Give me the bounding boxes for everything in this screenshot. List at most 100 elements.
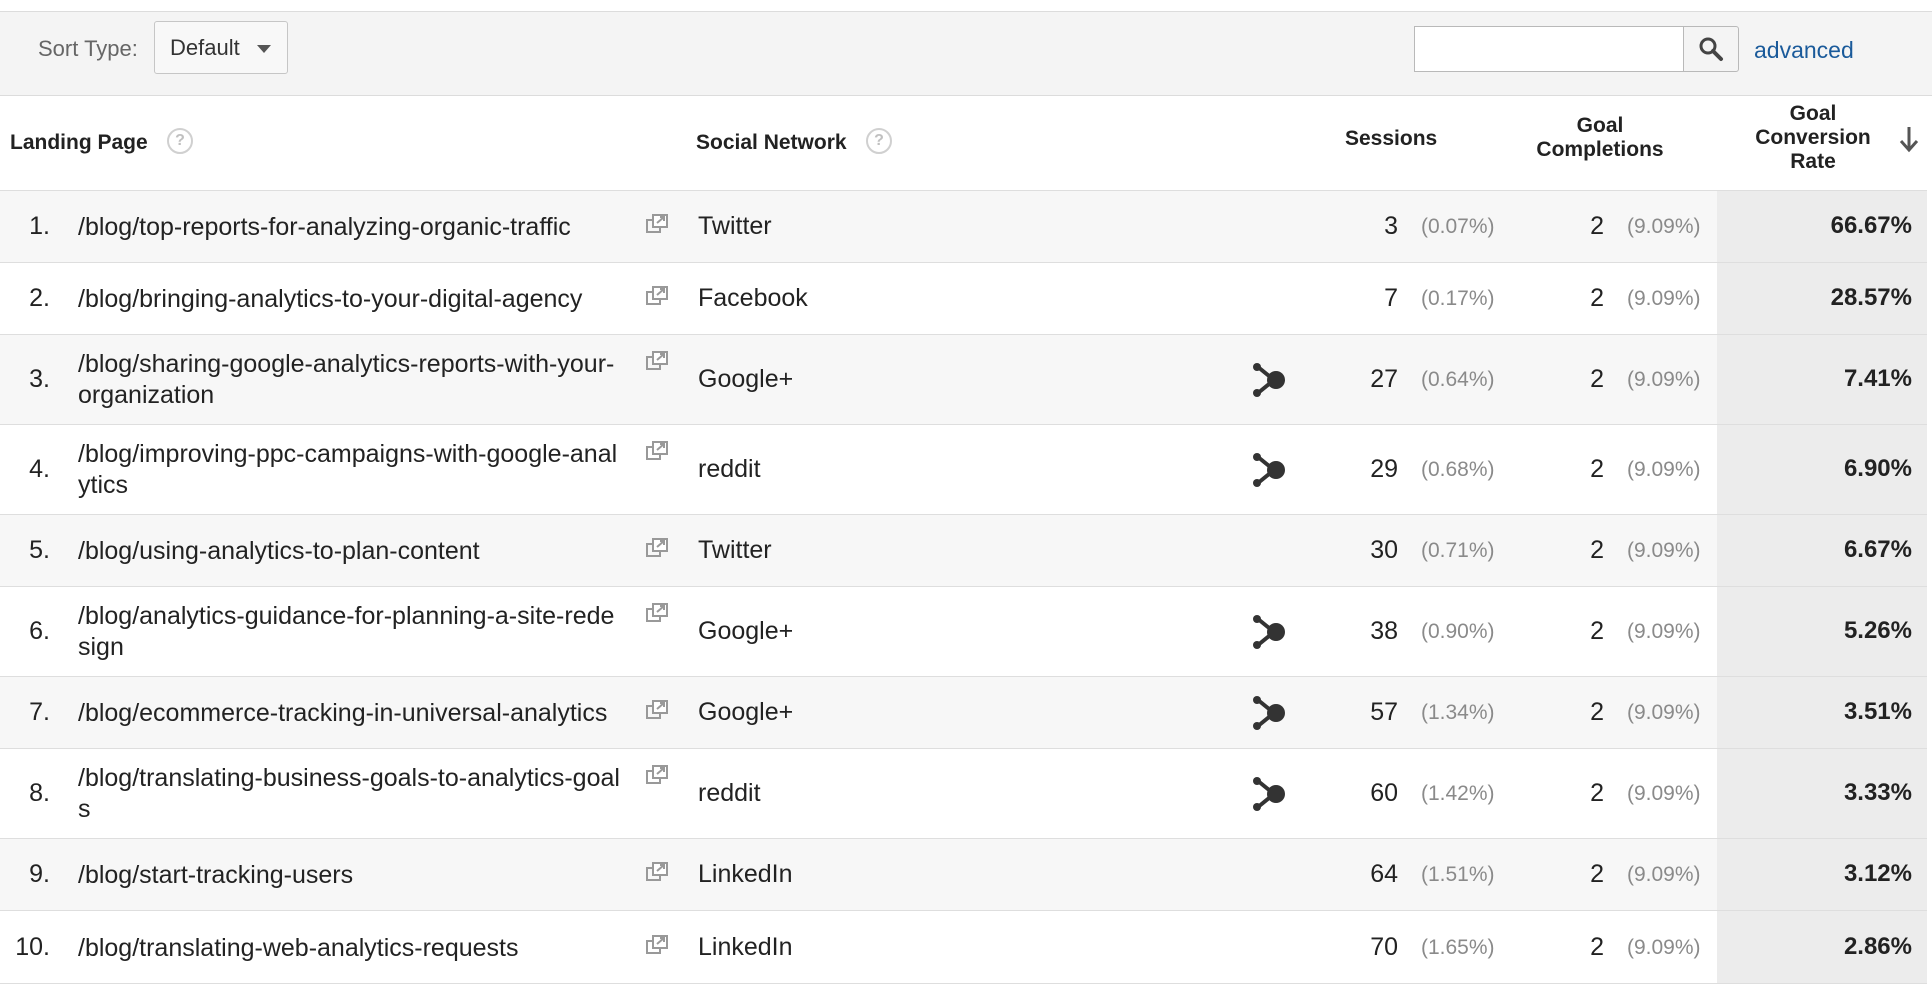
row-index: 5.	[29, 536, 50, 564]
goal-conversion-rate-value: 6.90%	[1843, 455, 1912, 482]
social-network[interactable]: Facebook	[698, 284, 808, 313]
help-icon[interactable]: ?	[866, 128, 892, 154]
landing-page-line: /blog/improving-ppc-campaigns-with-googl…	[78, 440, 618, 468]
landing-page-link[interactable]: /blog/start-tracking-users	[78, 860, 638, 891]
social-network[interactable]: Twitter	[698, 536, 772, 565]
landing-page-line: /blog/sharing-google-analytics-reports-w…	[78, 350, 615, 378]
sessions-value: 64	[1370, 860, 1398, 888]
external-link-icon[interactable]	[645, 602, 669, 629]
search-input[interactable]	[1414, 26, 1684, 72]
external-link-icon[interactable]	[645, 213, 669, 240]
landing-page-line: /blog/translating-business-goals-to-anal…	[78, 764, 620, 792]
sessions-value: 27	[1370, 365, 1398, 393]
goal-conversion-rate-value: 28.57%	[1830, 284, 1912, 311]
landing-page-line: /blog/translating-web-analytics-requests	[78, 934, 519, 962]
sessions-percent: (1.51%)	[1421, 863, 1495, 886]
external-link-icon[interactable]	[645, 440, 669, 467]
search-icon	[1699, 37, 1723, 61]
sessions-percent: (0.90%)	[1421, 620, 1495, 643]
external-link-icon[interactable]	[645, 350, 669, 377]
social-data-hub-icon[interactable]	[1250, 774, 1290, 819]
goal-completions-value: 2	[1590, 536, 1604, 564]
sort-descending-icon[interactable]	[1898, 124, 1920, 154]
goal-conversion-rate-value: 6.67%	[1843, 536, 1912, 563]
goal-conversion-rate-value: 3.33%	[1843, 779, 1912, 806]
landing-page-line: /blog/using-analytics-to-plan-content	[78, 537, 480, 565]
goal-conversion-rate-value: 3.51%	[1843, 698, 1912, 725]
table-right-edge	[1927, 96, 1932, 986]
landing-page-link[interactable]: /blog/top-reports-for-analyzing-organic-…	[78, 212, 638, 243]
landing-page-line: /blog/analytics-guidance-for-planning-a-…	[78, 602, 615, 630]
landing-page-link[interactable]: /blog/improving-ppc-campaigns-with-googl…	[78, 439, 638, 501]
table-row: 3. /blog/sharing-google-analytics-reports…	[0, 334, 1932, 424]
table-row: 5. /blog/using-analytics-to-plan-content T…	[0, 514, 1932, 586]
goal-conversion-rate-value: 2.86%	[1843, 933, 1912, 960]
table-row: 9. /blog/start-tracking-users LinkedIn 64 (1…	[0, 838, 1932, 910]
social-network[interactable]: LinkedIn	[698, 860, 793, 889]
column-header-goal-completions[interactable]: Goal Completions	[1520, 114, 1680, 162]
social-network[interactable]: reddit	[698, 779, 761, 808]
goal-completions-percent: (9.09%)	[1627, 863, 1701, 886]
sort-type-value: Default	[170, 35, 240, 60]
column-header-social-network[interactable]: Social Network	[696, 131, 847, 155]
landing-page-link[interactable]: /blog/analytics-guidance-for-planning-a-…	[78, 601, 638, 663]
row-index: 2.	[29, 284, 50, 312]
landing-page-line: s	[78, 795, 91, 823]
landing-page-link[interactable]: /blog/ecommerce-tracking-in-universal-an…	[78, 698, 638, 729]
goal-completions-percent: (9.09%)	[1627, 215, 1701, 238]
landing-page-link[interactable]: /blog/sharing-google-analytics-reports-w…	[78, 349, 638, 411]
social-data-hub-icon[interactable]	[1250, 450, 1290, 495]
social-network[interactable]: Google+	[698, 698, 793, 727]
goal-conversion-rate-value: 66.67%	[1830, 212, 1912, 239]
table-header: Landing Page ? Social Network ? Sessions…	[0, 96, 1932, 190]
landing-page-link[interactable]: /blog/using-analytics-to-plan-content	[78, 536, 638, 567]
sessions-value: 29	[1370, 455, 1398, 483]
social-network[interactable]: Google+	[698, 365, 793, 394]
sessions-percent: (0.07%)	[1421, 215, 1495, 238]
social-data-hub-icon[interactable]	[1250, 360, 1290, 405]
header-line: Goal	[1576, 114, 1624, 137]
sessions-value: 38	[1370, 617, 1398, 645]
row-index: 1.	[29, 212, 50, 240]
landing-page-link[interactable]: /blog/translating-web-analytics-requests	[78, 933, 638, 964]
social-data-hub-icon[interactable]	[1250, 693, 1290, 738]
table-row: 6. /blog/analytics-guidance-for-planning-…	[0, 586, 1932, 676]
landing-page-line: sign	[78, 633, 124, 661]
row-index: 6.	[29, 617, 50, 645]
sessions-value: 70	[1370, 933, 1398, 961]
social-data-hub-icon[interactable]	[1250, 612, 1290, 657]
landing-page-link[interactable]: /blog/bringing-analytics-to-your-digital…	[78, 284, 638, 315]
table-row: 2. /blog/bringing-analytics-to-your-digit…	[0, 262, 1932, 334]
landing-page-line: /blog/top-reports-for-analyzing-organic-…	[78, 213, 571, 241]
social-network[interactable]: Google+	[698, 617, 793, 646]
sessions-percent: (1.65%)	[1421, 936, 1495, 959]
help-icon[interactable]: ?	[167, 128, 193, 154]
advanced-link[interactable]: advanced	[1754, 37, 1854, 64]
external-link-icon[interactable]	[645, 285, 669, 312]
landing-page-link[interactable]: /blog/translating-business-goals-to-anal…	[78, 763, 638, 825]
sessions-percent: (0.17%)	[1421, 287, 1495, 310]
goal-completions-percent: (9.09%)	[1627, 620, 1701, 643]
goal-completions-percent: (9.09%)	[1627, 287, 1701, 310]
header-line: Conversion	[1755, 126, 1871, 149]
goal-completions-percent: (9.09%)	[1627, 782, 1701, 805]
goal-completions-value: 2	[1590, 284, 1604, 312]
external-link-icon[interactable]	[645, 699, 669, 726]
external-link-icon[interactable]	[645, 934, 669, 961]
sort-type-select[interactable]: Default	[154, 21, 288, 74]
external-link-icon[interactable]	[645, 764, 669, 791]
column-header-goal-conversion-rate[interactable]: Goal Conversion Rate	[1733, 102, 1893, 174]
search-button[interactable]	[1683, 26, 1739, 72]
goal-completions-value: 2	[1590, 365, 1604, 393]
social-network[interactable]: LinkedIn	[698, 933, 793, 962]
social-network[interactable]: reddit	[698, 455, 761, 484]
sessions-value: 7	[1384, 284, 1398, 312]
row-index: 10.	[15, 933, 50, 961]
column-header-landing-page[interactable]: Landing Page	[10, 131, 148, 155]
goal-completions-value: 2	[1590, 617, 1604, 645]
external-link-icon[interactable]	[645, 861, 669, 888]
external-link-icon[interactable]	[645, 537, 669, 564]
social-network[interactable]: Twitter	[698, 212, 772, 241]
column-header-sessions[interactable]: Sessions	[1345, 127, 1437, 151]
sessions-percent: (1.42%)	[1421, 782, 1495, 805]
